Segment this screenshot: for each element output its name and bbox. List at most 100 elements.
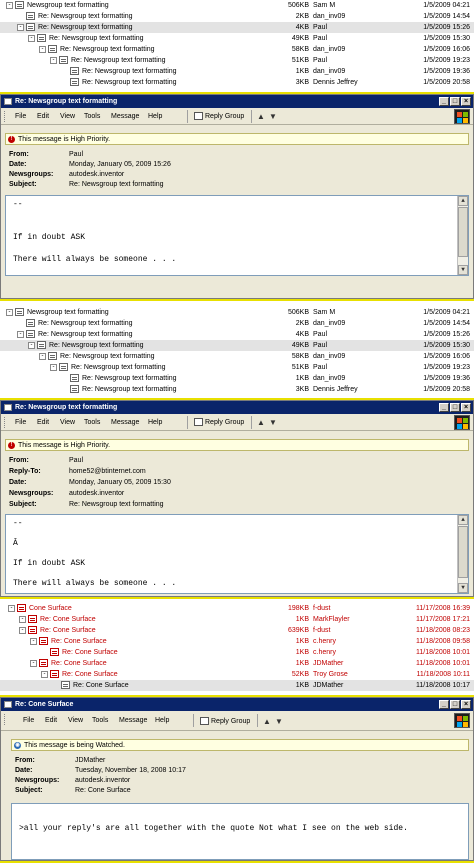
table-row[interactable]: - Re: Cone Surface 52KB Troy Grose 11/18/200… [0,669,474,680]
close-button[interactable]: × [461,403,471,412]
menu-tools[interactable]: Tools [92,711,108,728]
previous-message-icon[interactable]: ▲ [257,416,265,429]
menu-message[interactable]: Message [111,414,139,431]
table-row[interactable]: - Re: Newsgroup text formatting 58KB dan_in… [0,44,474,55]
menu-message[interactable]: Message [119,711,147,728]
collapse-toggle-icon[interactable]: - [30,637,37,645]
high-priority-icon: ! [8,136,15,143]
table-row[interactable]: - Re: Newsgroup text formatting 51KB Paul 1/… [0,55,474,66]
table-row[interactable]: - Cone Surface 198KB f-dust 11/17/2008 16:39 [0,603,474,614]
menu-help[interactable]: Help [148,108,162,125]
table-row[interactable]: - Newsgroup text formatting 506KB Sam M 1/5/… [0,0,474,11]
table-row[interactable]: - Re: Cone Surface 639KB f-dust 11/18/2008 0… [0,625,474,636]
scroll-down-icon[interactable]: ▼ [458,265,468,275]
menu-file[interactable]: File [15,108,26,125]
table-row[interactable]: - Re: Newsgroup text formatting 58KB dan_in… [0,351,474,362]
message-body[interactable]: -- If in doubt ASK There will always be so… [5,195,469,276]
table-row[interactable]: Re: Newsgroup text formatting 3KB Dennis J… [0,77,474,88]
table-row[interactable]: - Re: Cone Surface 1KB JDMather 11/18/2008 1… [0,658,474,669]
title-bar[interactable]: Re: Newsgroup text formatting _ □ × [1,401,473,414]
close-button[interactable]: × [461,97,471,106]
next-message-icon[interactable]: ▼ [269,110,277,123]
collapse-toggle-icon[interactable]: - [17,23,24,31]
menu-view[interactable]: View [60,414,75,431]
menu-help[interactable]: Help [148,414,162,431]
collapse-toggle-icon[interactable]: - [50,56,57,64]
previous-message-icon[interactable]: ▲ [257,110,265,123]
minimize-button[interactable]: _ [439,700,449,709]
collapse-toggle-icon[interactable]: - [6,308,13,316]
scroll-thumb[interactable] [458,207,468,257]
collapse-toggle-icon[interactable]: - [8,604,15,612]
next-message-icon[interactable]: ▼ [269,416,277,429]
minimize-button[interactable]: _ [439,97,449,106]
next-message-icon[interactable]: ▼ [275,715,283,728]
toolbar-grip[interactable] [4,714,6,725]
collapse-toggle-icon[interactable]: - [28,34,35,42]
scroll-up-icon[interactable]: ▲ [458,196,468,206]
table-row[interactable]: Re: Newsgroup text formatting 2KB dan_inv0… [0,318,474,329]
row-from: Dennis Jeffrey [313,79,358,86]
collapse-toggle-icon[interactable]: - [28,341,35,349]
title-bar[interactable]: Re: Cone Surface _ □ × [1,698,473,711]
vertical-scrollbar[interactable]: ▲ ▼ [457,515,468,593]
menu-file[interactable]: File [23,711,34,728]
table-row[interactable]: - Re: Newsgroup text formatting 49KB Paul 1/… [0,340,474,351]
table-row[interactable]: - Newsgroup text formatting 506KB Sam M 1/5/… [0,307,474,318]
menu-help[interactable]: Help [155,711,169,728]
collapse-toggle-icon[interactable]: - [19,615,26,623]
toolbar-grip[interactable] [4,417,6,428]
row-subject-cell: - Re: Newsgroup text formatting [28,33,144,44]
collapse-toggle-icon[interactable]: - [39,45,46,53]
collapse-toggle-icon[interactable]: - [17,330,24,338]
maximize-button[interactable]: □ [450,97,460,106]
message-body[interactable]: >all your reply's are all together with … [11,803,469,860]
menu-edit[interactable]: Edit [45,711,57,728]
reply-group-button[interactable]: Reply Group [199,715,250,728]
table-row[interactable]: Re: Newsgroup text formatting 2KB dan_inv0… [0,11,474,22]
table-row[interactable]: - Re: Cone Surface 1KB c.henry 11/18/2008 09… [0,636,474,647]
collapse-toggle-icon[interactable]: - [30,659,37,667]
menu-tools[interactable]: Tools [84,108,100,125]
close-button[interactable]: × [461,700,471,709]
menu-edit[interactable]: Edit [37,108,49,125]
collapse-toggle-icon[interactable]: - [6,1,13,9]
reply-group-button[interactable]: Reply Group [193,416,244,429]
reply-group-button[interactable]: Reply Group [193,110,244,123]
message-body[interactable]: -- Â If in doubt ASK There will always be s… [5,514,469,594]
message-window-1: Re: Newsgroup text formatting _ □ × File… [0,92,474,301]
minimize-button[interactable]: _ [439,403,449,412]
collapse-toggle-icon[interactable]: - [41,670,48,678]
menu-view[interactable]: View [60,108,75,125]
menu-edit[interactable]: Edit [37,414,49,431]
thread-list-3: - Cone Surface 198KB f-dust 11/17/2008 16:39… [0,603,474,695]
table-row[interactable]: - Re: Newsgroup text formatting 49KB Paul 1/… [0,33,474,44]
scroll-up-icon[interactable]: ▲ [458,515,468,525]
menu-message[interactable]: Message [111,108,139,125]
menu-file[interactable]: File [15,414,26,431]
maximize-button[interactable]: □ [450,700,460,709]
row-size: 1KB [295,616,309,623]
menu-tools[interactable]: Tools [84,414,100,431]
maximize-button[interactable]: □ [450,403,460,412]
vertical-scrollbar[interactable]: ▲ ▼ [457,196,468,275]
title-bar[interactable]: Re: Newsgroup text formatting _ □ × [1,95,473,108]
menu-view[interactable]: View [68,711,83,728]
scroll-down-icon[interactable]: ▼ [458,583,468,593]
collapse-toggle-icon[interactable]: - [50,363,57,371]
table-row[interactable]: - Re: Newsgroup text formatting 51KB Paul 1/… [0,362,474,373]
table-row[interactable]: - Re: Newsgroup text formatting 4KB Paul 1/5… [0,329,474,340]
row-from: Sam M [313,309,336,316]
scroll-thumb[interactable] [458,526,468,578]
table-row[interactable]: - Re: Cone Surface 1KB MarkFlayler 11/17/200… [0,614,474,625]
table-row[interactable]: Re: Cone Surface 1KB c.henry 11/18/2008 10:… [0,647,474,658]
toolbar-grip[interactable] [4,111,6,122]
table-row[interactable]: Re: Cone Surface 1KB JDMather 11/18/2008 10… [0,680,474,691]
previous-message-icon[interactable]: ▲ [263,715,271,728]
collapse-toggle-icon[interactable]: - [39,352,46,360]
collapse-toggle-icon[interactable]: - [19,626,26,634]
table-row[interactable]: Re: Newsgroup text formatting 1KB dan_inv0… [0,66,474,77]
table-row[interactable]: Re: Newsgroup text formatting 1KB dan_inv0… [0,373,474,384]
table-row[interactable]: - Re: Newsgroup text formatting 4KB Paul 1/5… [0,22,474,33]
table-row[interactable]: Re: Newsgroup text formatting 3KB Dennis J… [0,384,474,395]
